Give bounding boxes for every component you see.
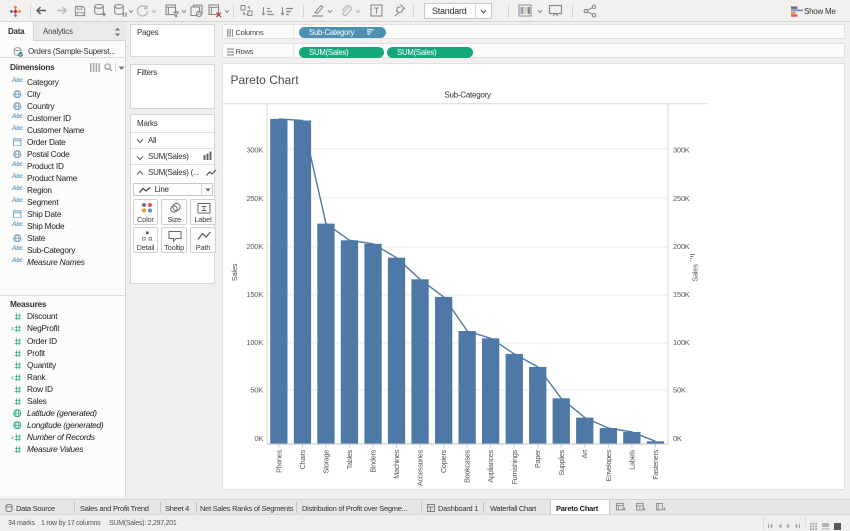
svg-text:Chairs: Chairs: [298, 449, 307, 469]
svg-text:300K: 300K: [673, 146, 690, 155]
svg-text:50K: 50K: [250, 386, 263, 395]
svg-text:200K: 200K: [246, 242, 263, 251]
svg-text:100K: 100K: [673, 338, 690, 347]
svg-text:Paper: Paper: [533, 449, 542, 468]
svg-text:0K: 0K: [673, 434, 682, 443]
svg-text:Copiers: Copiers: [439, 449, 448, 473]
svg-text:50K: 50K: [673, 386, 686, 395]
svg-text:Phones: Phones: [274, 449, 283, 473]
svg-text:250K: 250K: [673, 194, 690, 203]
svg-text:Appliances: Appliances: [486, 449, 495, 482]
svg-text:Art: Art: [580, 450, 589, 459]
svg-text:0K: 0K: [254, 434, 263, 443]
svg-text:100K: 100K: [246, 338, 263, 347]
svg-text:Storage: Storage: [322, 450, 331, 474]
svg-text:150K: 150K: [673, 290, 690, 299]
svg-text:300K: 300K: [246, 146, 263, 155]
svg-text:Machines: Machines: [392, 449, 401, 478]
svg-text:Accessories: Accessories: [416, 449, 425, 486]
svg-text:Sales: Sales: [230, 263, 239, 281]
svg-text:Labels: Labels: [627, 449, 636, 469]
svg-text:Supplies: Supplies: [557, 449, 566, 475]
svg-text:Sub-Category: Sub-Category: [444, 91, 491, 100]
svg-text:Envelopes: Envelopes: [604, 449, 613, 481]
svg-text:150K: 150K: [246, 290, 263, 299]
svg-text:200K: 200K: [673, 242, 690, 251]
svg-text:Sales: Sales: [691, 264, 700, 282]
svg-text:Binders: Binders: [369, 449, 378, 472]
svg-text:A: A: [197, 12, 201, 18]
svg-text:Fasteners: Fasteners: [651, 449, 660, 479]
svg-text:Bookcases: Bookcases: [463, 449, 472, 483]
svg-text:Furnishings: Furnishings: [510, 449, 519, 484]
svg-text:250K: 250K: [246, 194, 263, 203]
svg-text:Pareto Chart: Pareto Chart: [231, 73, 300, 87]
svg-text:Tables: Tables: [345, 449, 354, 469]
